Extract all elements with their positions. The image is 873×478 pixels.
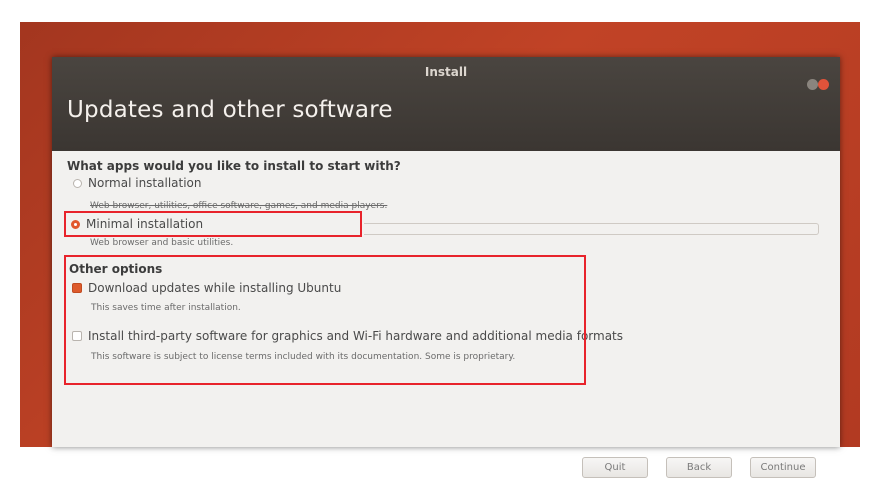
continue-button[interactable]: Continue [750, 457, 816, 478]
focus-outline [364, 223, 819, 235]
minimize-button[interactable] [807, 79, 818, 90]
minimal-installation-highlight-box [64, 211, 362, 237]
apps-question: What apps would you like to install to s… [67, 159, 401, 173]
page-title: Updates and other software [67, 97, 393, 123]
installer-window: Install Updates and other software What … [52, 57, 840, 478]
quit-button[interactable]: Quit [582, 457, 648, 478]
minimal-installation-description: Web browser and basic utilities. [90, 238, 234, 248]
other-options-highlight-box [64, 255, 586, 385]
normal-installation-radio[interactable]: Normal installation [73, 176, 202, 190]
navigation-buttons: Quit Back Continue [582, 457, 816, 478]
normal-installation-label: Normal installation [88, 176, 202, 190]
close-button[interactable] [818, 79, 829, 90]
radio-icon [73, 178, 82, 188]
normal-installation-description: Web browser, utilities, office software,… [90, 201, 388, 211]
window-title: Install [424, 65, 468, 79]
back-button[interactable]: Back [666, 457, 732, 478]
window-titlebar: Install Updates and other software [52, 57, 840, 151]
